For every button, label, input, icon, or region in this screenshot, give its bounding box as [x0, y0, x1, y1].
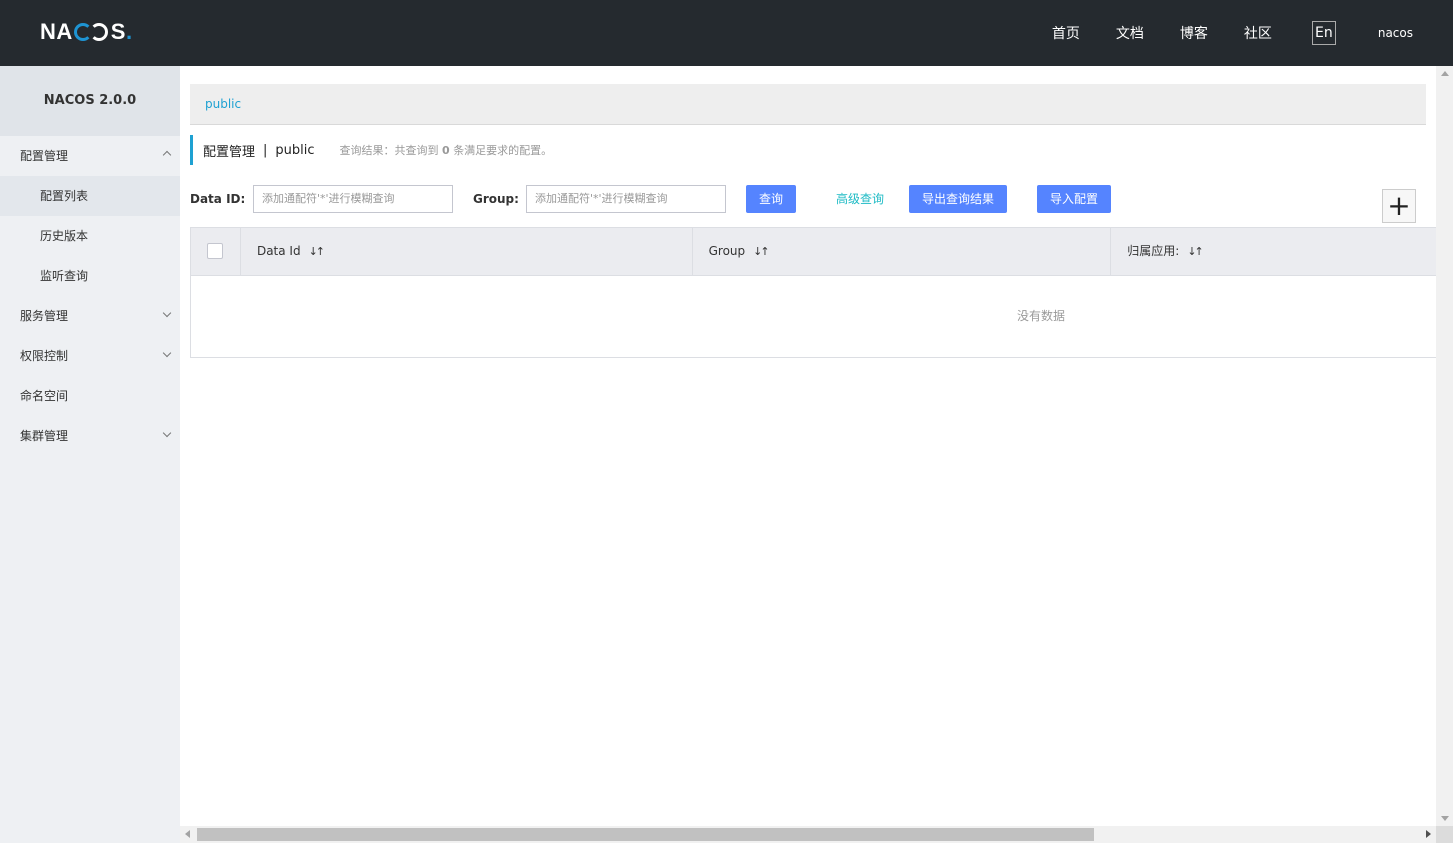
- column-label: 归属应用:: [1127, 244, 1180, 258]
- scroll-right-arrow-icon[interactable]: [1426, 830, 1431, 838]
- group-input[interactable]: 添加通配符'*'进行模糊查询: [526, 185, 726, 213]
- sidebar-item-config-management[interactable]: 配置管理: [0, 136, 180, 176]
- language-switch-button[interactable]: En: [1311, 21, 1336, 45]
- sidebar-item-cluster-management[interactable]: 集群管理: [0, 416, 180, 456]
- dataid-input[interactable]: 添加通配符'*'进行模糊查询: [253, 185, 453, 213]
- sidebar-item-label: 服务管理: [20, 309, 69, 323]
- table-body: 没有数据: [191, 276, 1436, 357]
- sidebar-item-listener-query[interactable]: 监听查询: [0, 256, 180, 296]
- export-results-button[interactable]: 导出查询结果: [909, 185, 1008, 213]
- sidebar-item-history[interactable]: 历史版本: [0, 216, 180, 256]
- page-title: 配置管理 | public 查询结果：共查询到 0 条满足要求的配置。: [190, 135, 552, 165]
- query-result-text: 查询结果：共查询到 0 条满足要求的配置。: [340, 142, 553, 158]
- scroll-down-arrow-icon[interactable]: [1441, 816, 1449, 821]
- add-config-button[interactable]: +: [1382, 189, 1416, 223]
- column-label: Group: [708, 244, 746, 258]
- advanced-query-link[interactable]: 高级查询: [836, 184, 884, 214]
- nav-blog[interactable]: 博客: [1180, 23, 1208, 43]
- scroll-up-arrow-icon[interactable]: [1441, 71, 1449, 76]
- column-header-app[interactable]: 归属应用: ↓↑: [1111, 228, 1436, 275]
- scrollbar-corner: [1436, 826, 1453, 843]
- chevron-down-icon: [164, 296, 170, 336]
- group-label: Group:: [473, 192, 519, 206]
- top-header: NA S. 首页 文档 博客 社区 En nacos: [0, 0, 1453, 66]
- import-config-button[interactable]: 导入配置: [1037, 185, 1112, 213]
- nav-home[interactable]: 首页: [1052, 23, 1080, 43]
- sidebar-item-config-list[interactable]: 配置列表: [0, 176, 180, 216]
- sidebar-title: NACOS 2.0.0: [0, 66, 180, 136]
- sort-icon[interactable]: ↓↑: [309, 228, 326, 275]
- select-all-cell: [191, 228, 241, 275]
- logo-text-right: S: [110, 19, 126, 44]
- page-title-text: 配置管理: [203, 144, 256, 160]
- result-prefix: 查询结果：共查询到: [339, 144, 439, 157]
- nav-community[interactable]: 社区: [1244, 23, 1272, 43]
- sidebar-item-label: 权限控制: [20, 349, 69, 363]
- sidebar-item-label: 配置列表: [40, 189, 89, 203]
- scrollbar-thumb[interactable]: [197, 828, 1094, 841]
- config-table: Data Id ↓↑ Group ↓↑ 归属应用: ↓↑ 没有数据: [190, 227, 1436, 358]
- namespace-link-public[interactable]: public: [205, 84, 241, 125]
- column-label: Data Id: [256, 244, 301, 258]
- chevron-down-icon: [164, 416, 170, 456]
- chevron-down-icon: [164, 336, 170, 376]
- select-all-checkbox[interactable]: [207, 243, 223, 259]
- sidebar-item-label: 集群管理: [20, 429, 69, 443]
- title-separator: |: [263, 142, 268, 158]
- scroll-left-arrow-icon[interactable]: [185, 830, 190, 838]
- query-button[interactable]: 查询: [746, 185, 797, 213]
- table-header: Data Id ↓↑ Group ↓↑ 归属应用: ↓↑: [191, 228, 1436, 276]
- sidebar: NACOS 2.0.0 配置管理 配置列表 历史版本 监听查询 服务管理 权限控…: [0, 66, 180, 843]
- sidebar-item-label: 监听查询: [40, 269, 89, 283]
- sidebar-item-service-management[interactable]: 服务管理: [0, 296, 180, 336]
- top-nav: 首页 文档 博客 社区 En nacos: [1034, 0, 1453, 66]
- nacos-logo[interactable]: NA S.: [40, 19, 133, 44]
- nav-docs[interactable]: 文档: [1116, 23, 1144, 43]
- sidebar-item-label: 历史版本: [40, 229, 89, 243]
- column-header-group[interactable]: Group ↓↑: [693, 228, 1112, 275]
- sidebar-item-access-control[interactable]: 权限控制: [0, 336, 180, 376]
- vertical-scrollbar[interactable]: [1436, 66, 1453, 826]
- logo-infinity-icon: [73, 21, 110, 43]
- sidebar-item-label: 命名空间: [20, 389, 69, 403]
- sidebar-item-namespace[interactable]: 命名空间: [0, 376, 180, 416]
- dataid-label: Data ID:: [190, 192, 246, 206]
- sort-icon[interactable]: ↓↑: [1187, 228, 1204, 275]
- result-count: 0: [442, 144, 450, 157]
- page-title-namespace: public: [275, 142, 315, 158]
- chevron-up-icon: [164, 136, 170, 176]
- namespace-bar: public: [190, 84, 1426, 125]
- sort-icon[interactable]: ↓↑: [753, 228, 770, 275]
- logo-text-left: NA: [40, 19, 73, 44]
- main-content: public 配置管理 | public 查询结果：共查询到 0 条满足要求的配…: [180, 66, 1436, 826]
- sidebar-item-label: 配置管理: [20, 149, 69, 163]
- column-header-data-id[interactable]: Data Id ↓↑: [241, 228, 693, 275]
- empty-state-text: 没有数据: [1016, 309, 1065, 323]
- horizontal-scrollbar[interactable]: [180, 826, 1436, 843]
- user-name[interactable]: nacos: [1378, 26, 1413, 40]
- logo-dot: .: [125, 19, 133, 44]
- search-form: Data ID: 添加通配符'*'进行模糊查询 Group: 添加通配符'*'进…: [190, 184, 1436, 214]
- result-suffix: 条满足要求的配置。: [453, 144, 553, 157]
